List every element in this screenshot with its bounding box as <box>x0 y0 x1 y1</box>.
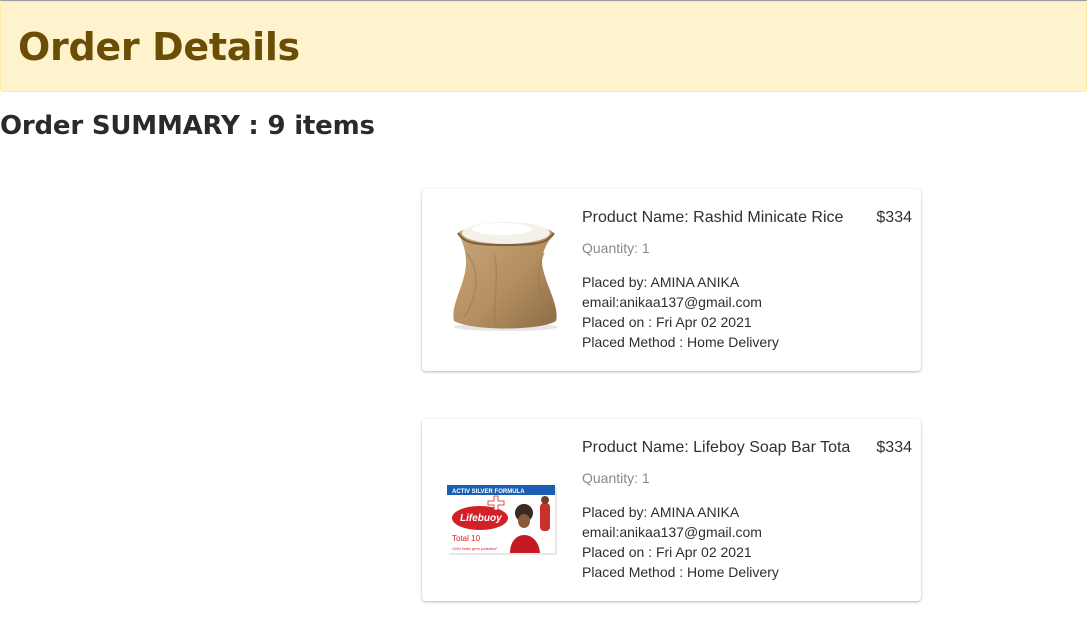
placed-by: Placed by: AMINA ANIKA <box>582 274 740 290</box>
placed-by: Placed by: AMINA ANIKA <box>582 504 740 520</box>
soap-banner-text: ACTIV SILVER FORMULA <box>452 489 525 495</box>
product-name: Product Name: Lifeboy Soap Bar Tota <box>582 439 851 456</box>
order-card: ACTIV SILVER FORMULA Lifebuoy Total 10 1… <box>422 419 921 601</box>
order-info: Product Name: Rashid Minicate Rice $334 … <box>582 208 912 352</box>
delivery-method: Placed Method : Home Delivery <box>582 334 779 350</box>
product-price: $334 <box>876 439 912 456</box>
customer-email: email:anikaa137@gmail.com <box>582 294 762 310</box>
product-name: Product Name: Rashid Minicate Rice <box>582 209 844 226</box>
order-details-banner: Order Details <box>0 1 1087 92</box>
product-price: $334 <box>876 209 912 226</box>
soap-box-image: ACTIV SILVER FORMULA Lifebuoy Total 10 1… <box>447 485 557 555</box>
order-info: Product Name: Lifeboy Soap Bar Tota $334… <box>582 438 912 582</box>
soap-tagline-text: 100% better germ protection* <box>452 547 498 551</box>
placed-on-date: Placed on : Fri Apr 02 2021 <box>582 544 752 560</box>
placed-on-date: Placed on : Fri Apr 02 2021 <box>582 314 752 330</box>
soap-variant-text: Total 10 <box>452 534 481 543</box>
rice-sack-image <box>453 222 558 331</box>
product-quantity: Quantity: 1 <box>582 470 650 486</box>
delivery-method: Placed Method : Home Delivery <box>582 564 779 580</box>
order-card: Product Name: Rashid Minicate Rice $334 … <box>422 189 921 371</box>
customer-email: email:anikaa137@gmail.com <box>582 524 762 540</box>
soap-brand-text: Lifebuoy <box>460 513 502 524</box>
page-title: Order Details <box>18 25 300 69</box>
product-quantity: Quantity: 1 <box>582 240 650 256</box>
order-summary-heading: Order SUMMARY : 9 items <box>0 111 375 141</box>
